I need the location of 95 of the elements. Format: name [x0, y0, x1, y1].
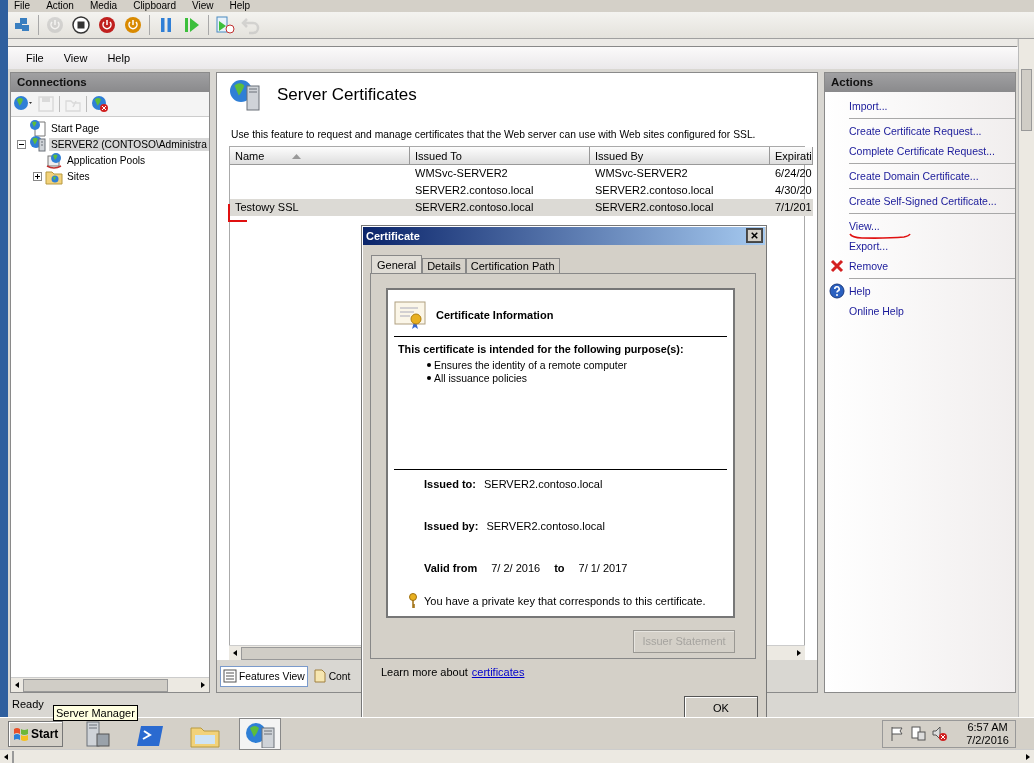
- pane-title: Actions: [825, 73, 1015, 92]
- network-icon[interactable]: [910, 725, 928, 742]
- description: Use this feature to request and manage certificates that the Web server can use with Web sites configured for SSL.: [217, 117, 817, 146]
- table-cell-text: 6/24/20: [774, 166, 813, 181]
- app-pool-icon: [45, 151, 63, 169]
- table-cell: Testowy SSL: [230, 199, 410, 216]
- action-link[interactable]: Create Certificate Request...: [849, 125, 982, 137]
- clock-time[interactable]: 6:57 AM: [967, 720, 1008, 734]
- menu-item[interactable]: File: [16, 52, 54, 64]
- menu-item[interactable]: Action: [46, 0, 74, 12]
- speaker-muted-icon[interactable]: [931, 725, 949, 742]
- bullet-icon: [427, 363, 431, 368]
- table-cell-text: 4/30/20: [774, 183, 813, 198]
- table-cell-text: SERVER2.contoso.local: [414, 183, 535, 198]
- key-icon: [408, 592, 418, 609]
- action-link[interactable]: Create Domain Certificate...: [849, 170, 979, 182]
- view-tab[interactable]: Cont: [309, 665, 354, 687]
- tab[interactable]: Certification Path: [465, 257, 560, 273]
- stop-icon[interactable]: [71, 15, 91, 35]
- menu-item[interactable]: Help: [97, 52, 140, 64]
- field-label: Issued to:: [424, 477, 476, 490]
- field-value: SERVER2.contoso.local: [483, 477, 603, 490]
- action-link[interactable]: View...: [849, 220, 880, 232]
- tooltip: Server Manager: [53, 705, 138, 721]
- action-link[interactable]: Online Help: [849, 305, 904, 317]
- menu-item[interactable]: Media: [89, 0, 118, 12]
- power-icon[interactable]: [97, 15, 117, 35]
- field-label: Issued by:: [424, 519, 479, 532]
- tree-item[interactable]: Application Pools: [65, 153, 148, 167]
- section-heading: This certificate is intended for the following purpose(s):: [398, 342, 685, 355]
- action-link[interactable]: Export...: [849, 240, 889, 252]
- bullet-icon: [427, 376, 431, 381]
- column-header[interactable]: Name: [230, 147, 410, 165]
- menu-item[interactable]: Help: [229, 0, 251, 12]
- list-icon: [223, 669, 237, 683]
- action-link[interactable]: Import...: [849, 100, 888, 112]
- remove-icon: [829, 258, 845, 274]
- help-text: Learn more about: [381, 666, 468, 678]
- pane-title: Connections: [11, 73, 209, 92]
- action-link[interactable]: Create Self-Signed Certificate...: [849, 195, 997, 207]
- table-cell: SERVER2.contoso.local: [590, 199, 770, 216]
- certificate-icon: [394, 299, 428, 330]
- field-label: to: [554, 561, 565, 574]
- status-text: Ready: [12, 698, 44, 710]
- collapse-icon[interactable]: [17, 139, 26, 149]
- field-value: 7/ 1/ 2017: [578, 561, 628, 574]
- document-icon: [312, 669, 327, 683]
- table-cell: 7/1/201: [770, 199, 813, 216]
- ok-button[interactable]: OK: [684, 696, 758, 719]
- menu-item[interactable]: View: [192, 0, 214, 12]
- field-value: 7/ 2/ 2016: [491, 561, 541, 574]
- column-header[interactable]: Issued By: [590, 147, 770, 165]
- column-header[interactable]: Expirati: [770, 147, 813, 165]
- page-title: Server Certificates: [277, 85, 417, 105]
- action-link[interactable]: Complete Certificate Request...: [849, 145, 995, 157]
- list-item: All issuance policies: [434, 372, 527, 384]
- disconnect-icon[interactable]: [90, 94, 110, 114]
- table-cell-text: SERVER2.contoso.local: [594, 183, 715, 198]
- tab[interactable]: General: [371, 254, 423, 273]
- table-cell: SERVER2.contoso.local: [410, 199, 590, 216]
- menu-item[interactable]: View: [53, 52, 98, 64]
- tree-item[interactable]: Start Page: [49, 121, 102, 135]
- note-text: You have a private key that corresponds to this certificate.: [424, 594, 706, 607]
- scrollbar[interactable]: [0, 749, 1034, 763]
- dialog-title: Certificate: [366, 229, 420, 242]
- view-tab[interactable]: Features View: [220, 665, 308, 687]
- expand-icon[interactable]: [33, 171, 42, 181]
- table-cell-text: WMSvc-SERVER2: [414, 166, 509, 181]
- tree-item[interactable]: Sites: [65, 169, 92, 183]
- menu-item[interactable]: Clipboard: [133, 0, 176, 12]
- tab[interactable]: Details: [422, 257, 466, 273]
- clock-date[interactable]: 7/2/2016: [966, 733, 1009, 747]
- sort-icon: [292, 152, 302, 159]
- scrollbar[interactable]: [1018, 39, 1034, 717]
- power-icon[interactable]: [123, 15, 143, 35]
- table-cell-text: WMSvc-SERVER2: [594, 166, 689, 181]
- checkpoint-icon[interactable]: [215, 15, 235, 35]
- field-label: Valid from: [424, 561, 478, 574]
- scrollbar[interactable]: [11, 677, 209, 692]
- pen-mark: [848, 233, 912, 239]
- close-button[interactable]: [746, 228, 763, 244]
- action-link[interactable]: Help: [849, 285, 871, 297]
- help-icon: [829, 283, 845, 299]
- windows-logo-icon: [13, 725, 29, 742]
- tree-item[interactable]: SERVER2 (CONTOSO\Administra: [49, 137, 209, 151]
- list-item: Ensures the identity of a remote computer: [434, 359, 627, 371]
- certificates-icon: [229, 78, 263, 112]
- field-value: SERVER2.contoso.local: [486, 519, 605, 532]
- action-link[interactable]: Remove: [849, 260, 889, 272]
- section-title: Certificate Information: [436, 308, 554, 321]
- start-button[interactable]: Start: [8, 720, 64, 747]
- link[interactable]: certificates: [471, 666, 525, 678]
- server-icon: [29, 135, 47, 153]
- menu-item[interactable]: File: [14, 0, 31, 12]
- column-header[interactable]: Issued To: [410, 147, 590, 165]
